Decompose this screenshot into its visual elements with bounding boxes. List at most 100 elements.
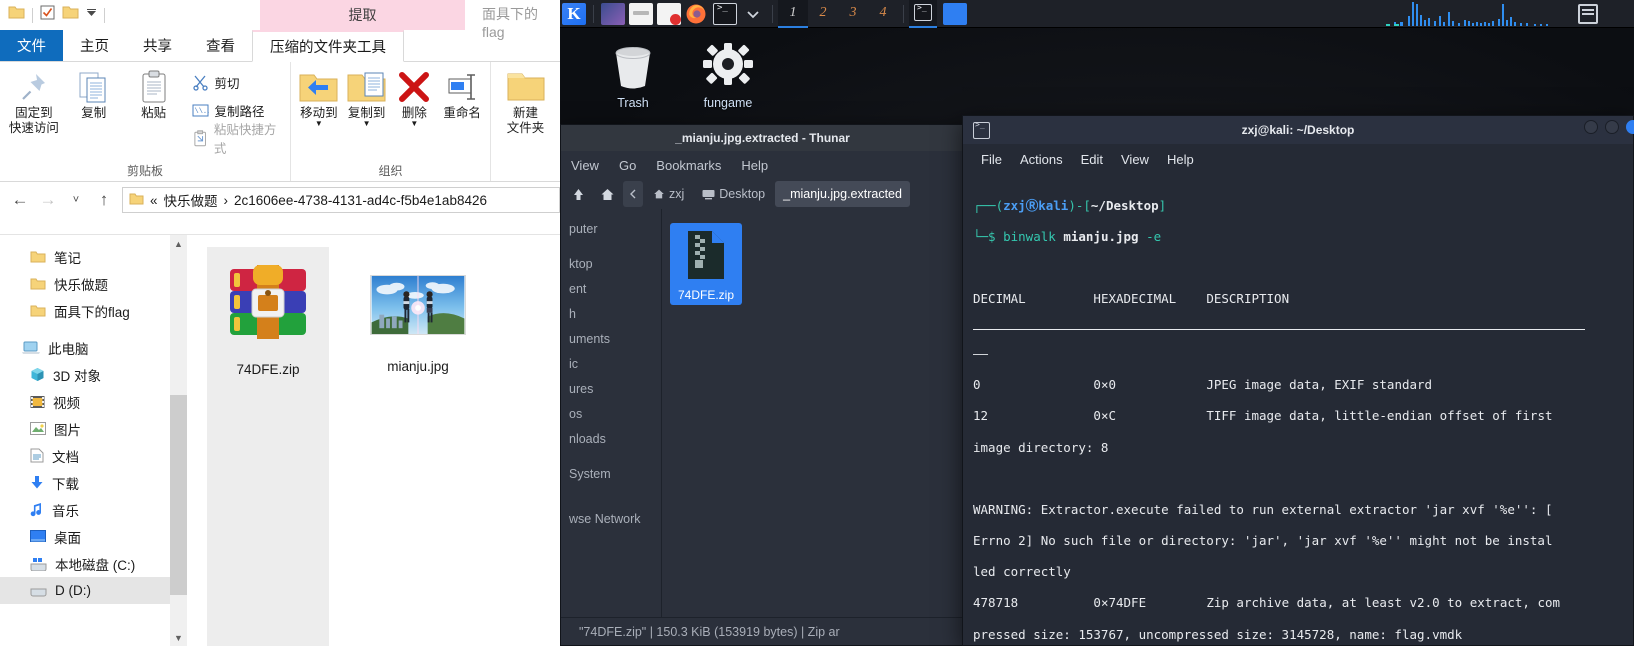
thunar-sidebar[interactable]: puter ktop ent h uments ic ures os nload…: [561, 209, 661, 617]
up-arrow-icon[interactable]: ↑: [90, 186, 118, 214]
file-item-zip[interactable]: 74DFE.zip: [207, 247, 329, 646]
move-to-button[interactable]: 移动到 ▼: [295, 68, 343, 128]
thunar-sidebar-item-pictures[interactable]: ures: [561, 377, 661, 402]
files-launcher-icon[interactable]: [601, 2, 625, 25]
properties-checkbox-icon[interactable]: [40, 5, 55, 25]
address-bar[interactable]: ← → ˅ ↑ « 快乐做题 › 2c1606ee-4738-4131-ad4c…: [0, 182, 560, 218]
terminal-screen[interactable]: ┌──(zxjⓇkali)-[~/Desktop] └─$ binwalk mi…: [963, 174, 1633, 645]
thunar-menu-help[interactable]: Help: [741, 158, 768, 173]
ribbon[interactable]: 固定到 快速访问 复制 粘贴 剪切 \\. 复制路径 粘贴快捷方式 剪贴板 移动…: [0, 62, 560, 182]
sidebar-item-notes[interactable]: 笔记: [0, 243, 170, 270]
thunar-file-area[interactable]: 74DFE.zip: [661, 209, 964, 617]
sidebar-item-drive-d[interactable]: D (D:): [0, 577, 170, 604]
terminal-white-launcher-icon[interactable]: [629, 2, 653, 25]
qat-chevron-down-icon[interactable]: [86, 6, 97, 24]
terminal-menu-edit[interactable]: Edit: [1081, 152, 1103, 167]
up-arrow-icon[interactable]: [565, 181, 592, 207]
terminal-menu-help[interactable]: Help: [1167, 152, 1194, 167]
terminal-menu-actions[interactable]: Actions: [1020, 152, 1063, 167]
explorer-file-area[interactable]: 74DFE.zip mianju.jpg: [187, 235, 560, 646]
thunar-menu-view[interactable]: View: [571, 158, 599, 173]
thunar-sidebar-item-browse-network[interactable]: wse Network: [561, 507, 661, 532]
workspace-button-2[interactable]: 2: [808, 0, 838, 28]
forward-arrow-icon[interactable]: →: [34, 186, 62, 214]
sidebar-item-music[interactable]: 音乐: [0, 496, 170, 523]
sidebar-item-downloads[interactable]: 下载: [0, 469, 170, 496]
tab-file[interactable]: 文件: [0, 29, 63, 61]
breadcrumb-part-0[interactable]: 快乐做题: [164, 190, 218, 210]
thunar-menu-bookmarks[interactable]: Bookmarks: [656, 158, 721, 173]
thunar-sidebar-item-music[interactable]: ic: [561, 352, 661, 377]
sidebar-item-pictures[interactable]: 图片: [0, 415, 170, 442]
contextual-tab-extract[interactable]: 提取: [260, 0, 465, 30]
terminal-titlebar[interactable]: zxj@kali: ~/Desktop: [963, 116, 1634, 144]
home-icon[interactable]: [594, 181, 621, 207]
navigation-pane-scrollbar[interactable]: ▲ ▼: [170, 235, 187, 646]
quick-access-toolbar[interactable]: 提取 面具下的flag: [0, 0, 560, 40]
sidebar-item-documents[interactable]: 文档: [0, 442, 170, 469]
new-folder-button[interactable]: 新建 文件夹: [495, 68, 556, 136]
breadcrumb-part-1[interactable]: 2c1606ee-4738-4131-ad4c-f5b4e1ab8426: [234, 193, 487, 208]
delete-button[interactable]: 删除 ▼: [391, 68, 439, 128]
taskbar-window-thunar[interactable]: [943, 2, 967, 25]
breadcrumb-overflow[interactable]: «: [150, 193, 158, 208]
scrollbar-thumb[interactable]: [170, 395, 187, 595]
terminal-window[interactable]: zxj@kali: ~/Desktop File Actions Edit Vi…: [962, 115, 1634, 646]
sidebar-item-happy-problems[interactable]: 快乐做题: [0, 270, 170, 297]
ribbon-tab-bar[interactable]: 文件 主页 共享 查看 压缩的文件夹工具: [0, 29, 560, 62]
chevron-down-icon[interactable]: [741, 3, 765, 25]
thunar-sidebar-item-recent[interactable]: ent: [561, 277, 661, 302]
desktop-icon-fungame[interactable]: fungame: [682, 38, 774, 110]
sidebar-item-videos[interactable]: 视频: [0, 388, 170, 415]
close-button[interactable]: [1626, 120, 1634, 134]
clipboard-tray-icon[interactable]: [1578, 4, 1598, 24]
copy-to-chevron-icon[interactable]: ▼: [363, 120, 371, 128]
thunar-sidebar-item-file-system[interactable]: System: [561, 462, 661, 487]
terminal-menu-file[interactable]: File: [981, 152, 1002, 167]
window-buttons[interactable]: [1584, 120, 1634, 134]
tab-compressed-folder-tools[interactable]: 压缩的文件夹工具: [252, 30, 404, 62]
terminal-launcher-icon[interactable]: >_: [713, 2, 737, 25]
workspace-button-3[interactable]: 3: [838, 0, 868, 28]
tab-home[interactable]: 主页: [63, 29, 126, 61]
thunar-sidebar-item-computer[interactable]: puter: [561, 217, 661, 242]
paste-button[interactable]: 粘贴: [124, 68, 184, 121]
thunar-file-item[interactable]: 74DFE.zip: [670, 223, 742, 305]
sidebar-item-flag-under-mask[interactable]: 面具下的flag: [0, 297, 170, 324]
terminal-menubar[interactable]: File Actions Edit View Help: [963, 144, 1633, 174]
new-folder-qat-icon[interactable]: [62, 5, 79, 25]
thunar-sidebar-item-videos[interactable]: os: [561, 402, 661, 427]
thunar-sidebar-item-trash[interactable]: h: [561, 302, 661, 327]
tab-view[interactable]: 查看: [189, 29, 252, 61]
thunar-sidebar-item-desktop[interactable]: ktop: [561, 252, 661, 277]
breadcrumb[interactable]: « 快乐做题 › 2c1606ee-4738-4131-ad4c-f5b4e1a…: [122, 187, 560, 213]
cut-button[interactable]: 剪切: [188, 68, 286, 96]
recent-locations-chevron-icon[interactable]: ˅: [62, 186, 90, 214]
desktop-icon-trash[interactable]: Trash: [587, 38, 679, 110]
thunar-titlebar[interactable]: _mianju.jpg.extracted - Thunar: [561, 125, 964, 151]
maximize-button[interactable]: [1605, 120, 1619, 134]
thunar-menubar[interactable]: View Go Bookmarks Help: [561, 151, 964, 179]
scroll-down-arrow-icon[interactable]: ▼: [170, 629, 187, 646]
thunar-sidebar-item-downloads[interactable]: nloads: [561, 427, 661, 452]
workspace-button-4[interactable]: 4: [868, 0, 898, 28]
explorer-navigation-pane[interactable]: 笔记 快乐做题 面具下的flag 此电脑 3D 对象 视频 图片 文档 下载 音…: [0, 235, 170, 646]
text-editor-launcher-icon[interactable]: [657, 2, 681, 25]
copy-to-button[interactable]: 复制到 ▼: [343, 68, 391, 128]
sidebar-item-this-pc[interactable]: 此电脑: [0, 334, 170, 361]
kali-taskbar-panel[interactable]: K >_ 1 2 3 4 >_: [560, 0, 1634, 28]
thunar-file-selection[interactable]: 74DFE.zip: [670, 223, 742, 305]
sidebar-item-desktop[interactable]: 桌面: [0, 523, 170, 550]
tab-share[interactable]: 共享: [126, 29, 189, 61]
copy-button[interactable]: 复制: [64, 68, 124, 121]
terminal-menu-view[interactable]: View: [1121, 152, 1149, 167]
thunar-file-manager-window[interactable]: _mianju.jpg.extracted - Thunar View Go B…: [560, 124, 965, 646]
path-scroll-left-icon[interactable]: [623, 181, 643, 207]
move-to-chevron-icon[interactable]: ▼: [315, 120, 323, 128]
file-item-jpg[interactable]: mianju.jpg: [357, 247, 479, 646]
pin-to-quick-access-button[interactable]: 固定到 快速访问: [4, 68, 64, 136]
path-button-zxj[interactable]: zxj: [645, 181, 692, 207]
workspace-button-1[interactable]: 1: [778, 0, 808, 28]
sidebar-item-local-disk-c[interactable]: 本地磁盘 (C:): [0, 550, 170, 577]
thunar-menu-go[interactable]: Go: [619, 158, 636, 173]
